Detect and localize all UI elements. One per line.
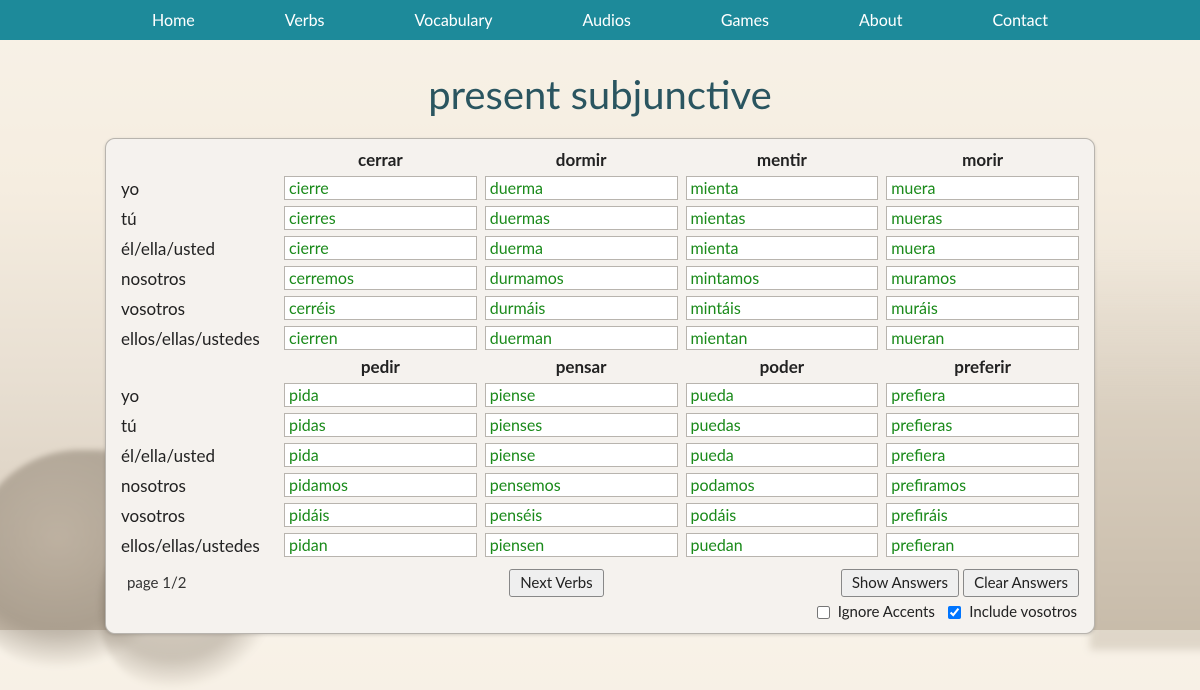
conjugation-input[interactable] bbox=[485, 443, 678, 467]
conjugation-input[interactable] bbox=[886, 533, 1079, 557]
next-verbs-button[interactable]: Next Verbs bbox=[509, 569, 604, 597]
pronoun-label: vosotros bbox=[121, 294, 276, 324]
ignore-accents-label[interactable]: Ignore Accents bbox=[838, 603, 935, 621]
conjugation-input[interactable] bbox=[686, 266, 879, 290]
bg-building-shape bbox=[1090, 250, 1200, 650]
conjugation-input[interactable] bbox=[886, 413, 1079, 437]
panel-footer: page 1/2 Next Verbs Show Answers Clear A… bbox=[121, 569, 1079, 597]
verb-header: cerrar bbox=[284, 147, 477, 174]
pronoun-label: él/ella/usted bbox=[121, 234, 276, 264]
show-answers-button[interactable]: Show Answers bbox=[841, 569, 959, 597]
nav-games[interactable]: Games bbox=[721, 11, 769, 30]
header-spacer bbox=[121, 147, 276, 174]
pronoun-label: nosotros bbox=[121, 471, 276, 501]
verb-header: dormir bbox=[485, 147, 678, 174]
ignore-accents-checkbox[interactable] bbox=[817, 606, 830, 619]
verb-header: preferir bbox=[886, 354, 1079, 381]
conjugation-input[interactable] bbox=[284, 236, 477, 260]
conjugation-input[interactable] bbox=[284, 176, 477, 200]
clear-answers-button[interactable]: Clear Answers bbox=[963, 569, 1079, 597]
nav-about[interactable]: About bbox=[859, 11, 903, 30]
conjugation-input[interactable] bbox=[686, 176, 879, 200]
header-spacer bbox=[121, 354, 276, 381]
conjugation-input[interactable] bbox=[686, 236, 879, 260]
conjugation-input[interactable] bbox=[886, 503, 1079, 527]
verb-header: morir bbox=[886, 147, 1079, 174]
conjugation-input[interactable] bbox=[284, 326, 477, 350]
conjugation-input[interactable] bbox=[284, 413, 477, 437]
conjugation-input[interactable] bbox=[886, 296, 1079, 320]
pronoun-label: tú bbox=[121, 411, 276, 441]
conjugation-panel: cerrardormirmentirmoriryotúél/ella/usted… bbox=[105, 138, 1095, 634]
page-indicator: page 1/2 bbox=[127, 574, 272, 592]
pronoun-label: vosotros bbox=[121, 501, 276, 531]
conjugation-input[interactable] bbox=[284, 533, 477, 557]
conjugation-input[interactable] bbox=[284, 206, 477, 230]
conjugation-input[interactable] bbox=[886, 266, 1079, 290]
verb-header: pensar bbox=[485, 354, 678, 381]
conjugation-input[interactable] bbox=[485, 236, 678, 260]
pronoun-label: él/ella/usted bbox=[121, 441, 276, 471]
pronoun-label: tú bbox=[121, 204, 276, 234]
nav-audios[interactable]: Audios bbox=[582, 11, 630, 30]
nav-verbs[interactable]: Verbs bbox=[285, 11, 325, 30]
conjugation-input[interactable] bbox=[686, 206, 879, 230]
verb-header: mentir bbox=[686, 147, 879, 174]
main-navbar: Home Verbs Vocabulary Audios Games About… bbox=[0, 0, 1200, 40]
conjugation-input[interactable] bbox=[686, 413, 879, 437]
nav-contact[interactable]: Contact bbox=[992, 11, 1047, 30]
conjugation-input[interactable] bbox=[485, 503, 678, 527]
conjugation-input[interactable] bbox=[686, 503, 879, 527]
pronoun-label: yo bbox=[121, 174, 276, 204]
pronoun-label: ellos/ellas/ustedes bbox=[121, 531, 276, 561]
conjugation-input[interactable] bbox=[686, 443, 879, 467]
page-title: present subjunctive bbox=[0, 70, 1200, 118]
conjugation-input[interactable] bbox=[485, 176, 678, 200]
conjugation-input[interactable] bbox=[886, 206, 1079, 230]
conjugation-input[interactable] bbox=[485, 326, 678, 350]
include-vosotros-label[interactable]: Include vosotros bbox=[969, 603, 1077, 621]
nav-home[interactable]: Home bbox=[152, 11, 195, 30]
conjugation-grid: cerrardormirmentirmoriryotúél/ella/usted… bbox=[121, 147, 1079, 561]
conjugation-input[interactable] bbox=[284, 473, 477, 497]
conjugation-input[interactable] bbox=[886, 443, 1079, 467]
conjugation-input[interactable] bbox=[485, 266, 678, 290]
pronoun-label: yo bbox=[121, 381, 276, 411]
conjugation-input[interactable] bbox=[485, 383, 678, 407]
conjugation-input[interactable] bbox=[686, 326, 879, 350]
conjugation-input[interactable] bbox=[686, 383, 879, 407]
conjugation-input[interactable] bbox=[284, 266, 477, 290]
conjugation-input[interactable] bbox=[686, 533, 879, 557]
conjugation-input[interactable] bbox=[886, 326, 1079, 350]
options-row: Ignore Accents Include vosotros bbox=[121, 603, 1079, 621]
conjugation-input[interactable] bbox=[886, 176, 1079, 200]
conjugation-input[interactable] bbox=[485, 206, 678, 230]
pronoun-label: ellos/ellas/ustedes bbox=[121, 324, 276, 354]
include-vosotros-checkbox[interactable] bbox=[948, 606, 961, 619]
conjugation-input[interactable] bbox=[686, 296, 879, 320]
verb-header: poder bbox=[686, 354, 879, 381]
conjugation-input[interactable] bbox=[284, 503, 477, 527]
conjugation-input[interactable] bbox=[284, 383, 477, 407]
conjugation-input[interactable] bbox=[686, 473, 879, 497]
conjugation-input[interactable] bbox=[284, 296, 477, 320]
verb-header: pedir bbox=[284, 354, 477, 381]
conjugation-input[interactable] bbox=[485, 473, 678, 497]
conjugation-input[interactable] bbox=[886, 383, 1079, 407]
conjugation-input[interactable] bbox=[886, 473, 1079, 497]
conjugation-input[interactable] bbox=[886, 236, 1079, 260]
conjugation-input[interactable] bbox=[485, 296, 678, 320]
pronoun-label: nosotros bbox=[121, 264, 276, 294]
nav-vocabulary[interactable]: Vocabulary bbox=[414, 11, 492, 30]
conjugation-input[interactable] bbox=[485, 413, 678, 437]
conjugation-input[interactable] bbox=[284, 443, 477, 467]
conjugation-input[interactable] bbox=[485, 533, 678, 557]
